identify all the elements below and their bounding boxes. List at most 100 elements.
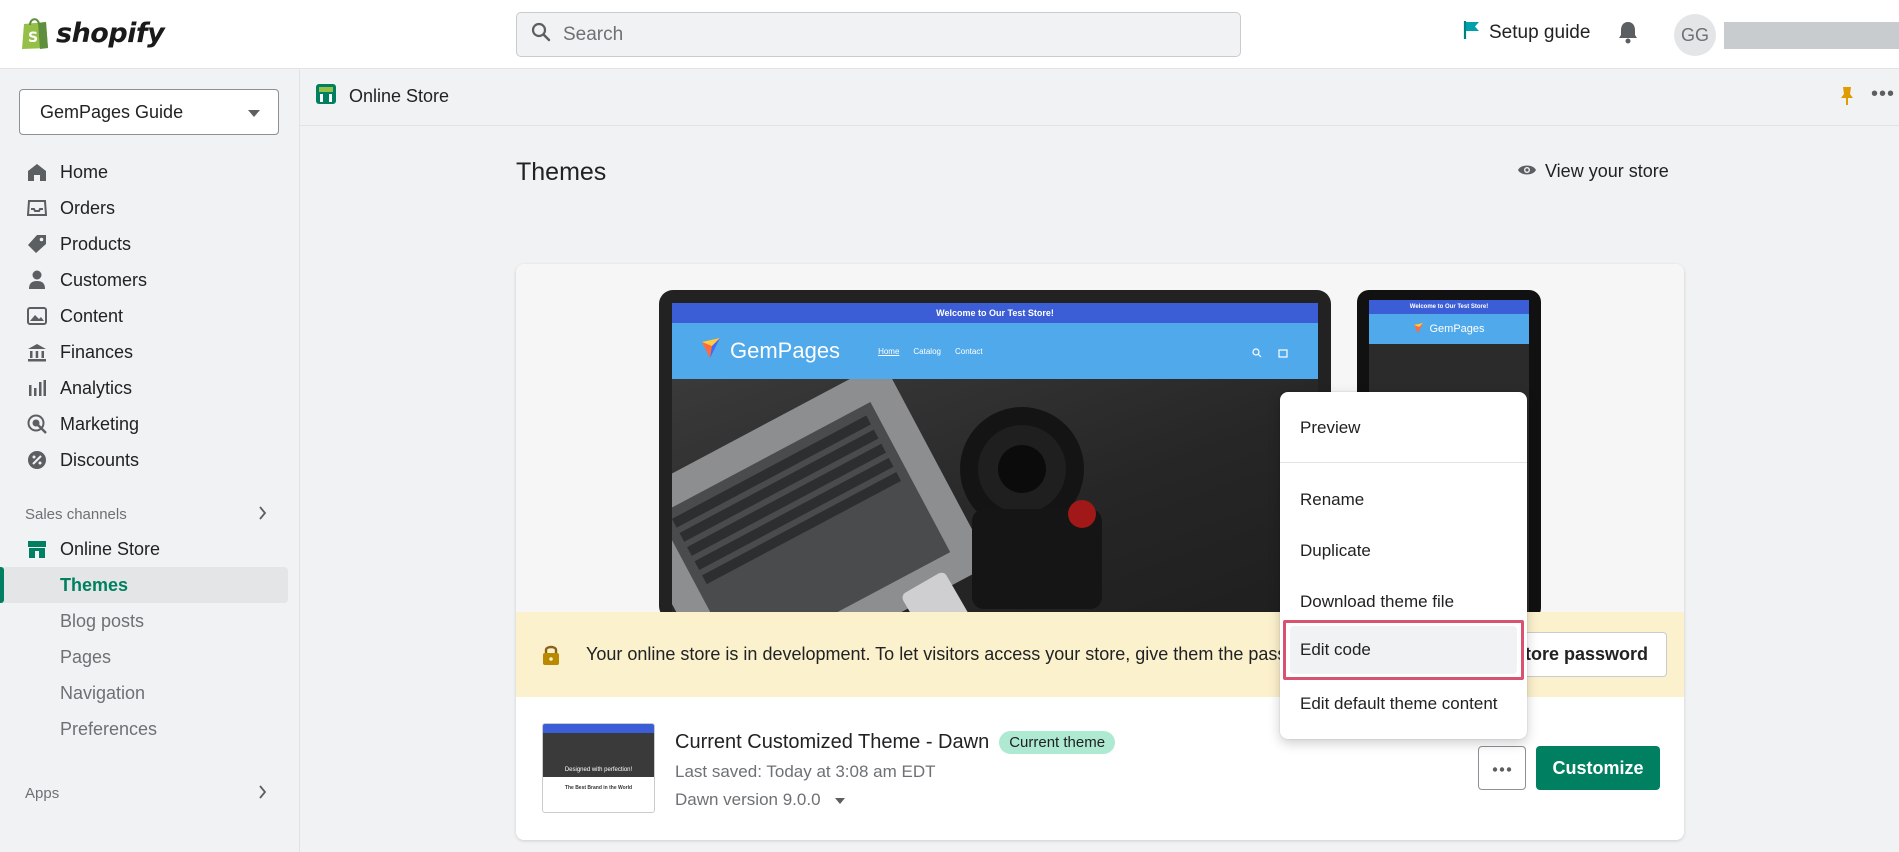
- thumbnail-header: [543, 724, 654, 733]
- sidebar-item-orders[interactable]: Orders: [26, 193, 115, 223]
- theme-title: Current Customized Theme - Dawn Current …: [675, 731, 1116, 754]
- gempages-logo-icon: [1413, 322, 1425, 337]
- sidebar-item-blog-posts[interactable]: Blog posts: [60, 606, 144, 636]
- sidebar-item-navigation[interactable]: Navigation: [60, 678, 145, 708]
- site-brand-name: GemPages: [730, 338, 841, 363]
- account-name-redacted[interactable]: [1724, 22, 1899, 49]
- bank-icon: [26, 343, 48, 362]
- menu-item-preview[interactable]: Preview: [1280, 406, 1527, 450]
- sidebar-item-content[interactable]: Content: [26, 301, 123, 331]
- store-selector[interactable]: GemPages Guide: [19, 89, 279, 135]
- page-title: Themes: [516, 158, 607, 186]
- setup-guide-button[interactable]: Setup guide: [1463, 20, 1590, 46]
- cart-icon: [1278, 345, 1288, 363]
- site-link: Catalog: [913, 346, 941, 356]
- bell-icon: [1617, 22, 1639, 48]
- desktop-screen: Welcome to Our Test Store! GemPages Home…: [672, 303, 1318, 633]
- hero-image: [672, 366, 1318, 633]
- store-name: GemPages Guide: [40, 101, 184, 122]
- caret-down-icon: [834, 790, 845, 810]
- thumbnail-text: The Best Brand in the World: [564, 785, 633, 791]
- mobile-brand-name: GemPages: [1429, 323, 1485, 335]
- sidebar-item-marketing[interactable]: Marketing: [26, 409, 139, 439]
- desktop-preview: Welcome to Our Test Store! GemPages Home…: [659, 290, 1331, 633]
- menu-item-duplicate[interactable]: Duplicate: [1280, 529, 1527, 573]
- site-icons: [1252, 345, 1288, 363]
- theme-name: Current Customized Theme - Dawn: [675, 731, 990, 753]
- store-icon: [315, 83, 337, 110]
- bar-chart-icon: [26, 379, 48, 397]
- site-link: Home: [878, 346, 900, 356]
- sidebar-item-online-store[interactable]: Online Store: [26, 534, 160, 564]
- shopify-logo[interactable]: S shopify: [20, 15, 165, 51]
- sidebar-item-finances[interactable]: Finances: [26, 337, 133, 367]
- last-saved: Last saved: Today at 3:08 am EDT: [675, 762, 936, 781]
- theme-actions-menu: Preview Rename Duplicate Download theme …: [1280, 392, 1527, 739]
- sidebar-item-label: Home: [60, 161, 109, 182]
- highlight-box: [1283, 620, 1524, 680]
- site-header: GemPages Home Catalog Contact: [672, 323, 1318, 379]
- chevron-right-icon[interactable]: [258, 785, 267, 804]
- menu-item-rename[interactable]: Rename: [1280, 478, 1527, 522]
- sidebar-item-preferences[interactable]: Preferences: [60, 714, 157, 744]
- home-icon: [26, 163, 48, 182]
- active-item-indicator: [0, 567, 4, 603]
- flag-icon: [1463, 20, 1481, 46]
- sidebar-item-analytics[interactable]: Analytics: [26, 373, 132, 403]
- eye-icon: [1517, 161, 1537, 182]
- breadcrumb: Online Store: [315, 83, 449, 110]
- sidebar-item-themes[interactable]: Themes: [60, 570, 128, 600]
- theme-thumbnail[interactable]: Designed with perfection! The Best Brand…: [542, 723, 655, 813]
- search-bar[interactable]: [516, 12, 1241, 57]
- setup-guide-label: Setup guide: [1489, 22, 1591, 43]
- pin-icon[interactable]: [1840, 86, 1854, 111]
- target-icon: [26, 414, 48, 434]
- sidebar-item-label: Marketing: [60, 413, 140, 434]
- site-link: Contact: [954, 346, 983, 356]
- sidebar-item-discounts[interactable]: Discounts: [26, 445, 139, 475]
- search-icon: [1252, 345, 1262, 363]
- sidebar-item-pages[interactable]: Pages: [60, 642, 111, 672]
- sidebar-item-label: Analytics: [60, 377, 133, 398]
- notifications-button[interactable]: [1617, 20, 1639, 49]
- more-icon[interactable]: •••: [1871, 83, 1895, 106]
- mobile-announcement-bar: Welcome to Our Test Store!: [1369, 300, 1529, 314]
- sidebar-item-label: Finances: [60, 341, 134, 362]
- sidebar-item-label: Online Store: [60, 538, 161, 559]
- sales-channels-label: Sales channels: [25, 506, 127, 523]
- customize-button[interactable]: Customize: [1536, 746, 1660, 790]
- announcement-bar: Welcome to Our Test Store!: [672, 303, 1318, 323]
- more-horizontal-icon: [1492, 759, 1512, 777]
- person-icon: [26, 270, 48, 290]
- sidebar-item-label: Customers: [60, 269, 148, 290]
- menu-item-download-theme-file[interactable]: Download theme file: [1280, 580, 1527, 624]
- sidebar-item-products[interactable]: Products: [26, 229, 131, 259]
- store-icon: [26, 540, 48, 559]
- sidebar-item-label: Discounts: [60, 449, 140, 470]
- shopify-bag-icon: S: [20, 15, 50, 51]
- caret-down-icon: [248, 102, 260, 123]
- search-icon: [531, 22, 551, 47]
- sidebar-item-label: Products: [60, 233, 132, 254]
- svg-text:S: S: [28, 30, 38, 46]
- sidebar-item-customers[interactable]: Customers: [26, 265, 147, 295]
- page-header: Online Store •••: [300, 69, 1899, 126]
- theme-actions-button[interactable]: [1478, 746, 1526, 790]
- theme-version[interactable]: Dawn version 9.0.0: [675, 790, 845, 810]
- view-store-button[interactable]: View your store: [1517, 161, 1669, 182]
- chevron-right-icon[interactable]: [258, 506, 267, 525]
- menu-item-edit-default-theme-content[interactable]: Edit default theme content: [1280, 682, 1527, 726]
- site-links: Home Catalog Contact: [878, 347, 983, 356]
- inbox-icon: [26, 199, 48, 217]
- discount-icon: [26, 450, 48, 470]
- status-badge: Current theme: [999, 731, 1116, 754]
- mobile-site-header: GemPages: [1369, 314, 1529, 344]
- lock-icon: [542, 644, 560, 671]
- logo-text: shopify: [56, 17, 165, 49]
- search-input[interactable]: [563, 23, 1203, 46]
- sidebar: GemPages Guide Home Orders Products Cust…: [0, 69, 300, 852]
- sidebar-item-home[interactable]: Home: [26, 157, 108, 187]
- avatar[interactable]: GG: [1674, 14, 1716, 56]
- site-brand: GemPages: [700, 336, 840, 366]
- menu-divider: [1280, 462, 1527, 463]
